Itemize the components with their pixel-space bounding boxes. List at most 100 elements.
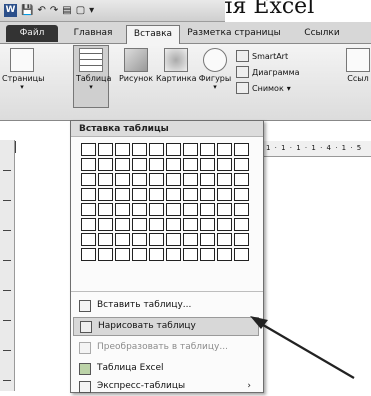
table-grid-cell[interactable] [149, 233, 164, 246]
table-grid-cell[interactable] [132, 233, 147, 246]
table-grid-cell[interactable] [200, 173, 215, 186]
table-grid-cell[interactable] [217, 203, 232, 216]
table-grid-cell[interactable] [183, 203, 198, 216]
convert-to-table-menu-item[interactable]: Преобразовать в таблицу... [73, 338, 259, 357]
table-grid-cell[interactable] [234, 218, 249, 231]
excel-table-menu-item[interactable]: Таблица Excel [73, 359, 259, 378]
table-grid-cell[interactable] [149, 188, 164, 201]
table-grid-cell[interactable] [183, 188, 198, 201]
table-grid-cell[interactable] [81, 173, 96, 186]
table-grid-cell[interactable] [200, 233, 215, 246]
table-grid-cell[interactable] [217, 248, 232, 261]
table-grid-cell[interactable] [98, 143, 113, 156]
table-grid-cell[interactable] [183, 173, 198, 186]
table-grid-cell[interactable] [115, 173, 130, 186]
table-grid-cell[interactable] [149, 158, 164, 171]
customize-qat-icon[interactable]: ▾ [89, 5, 94, 17]
table-grid-cell[interactable] [81, 218, 96, 231]
table-grid-cell[interactable] [234, 188, 249, 201]
table-grid-cell[interactable] [166, 158, 181, 171]
undo-icon[interactable]: ↶ [37, 5, 45, 17]
table-grid-cell[interactable] [183, 248, 198, 261]
table-grid-cell[interactable] [115, 143, 130, 156]
tab-file[interactable]: Файл [6, 25, 58, 42]
pages-button[interactable]: Страницы ▾ [2, 48, 44, 91]
table-grid-cell[interactable] [149, 173, 164, 186]
table-grid-cell[interactable] [132, 143, 147, 156]
table-grid-cell[interactable] [234, 158, 249, 171]
table-grid-cell[interactable] [217, 218, 232, 231]
links-button[interactable]: Ссыл [343, 48, 371, 83]
table-grid-cell[interactable] [81, 158, 96, 171]
print-preview-icon[interactable]: ▤ [62, 5, 71, 17]
table-grid-cell[interactable] [183, 143, 198, 156]
table-grid-cell[interactable] [234, 203, 249, 216]
table-grid-cell[interactable] [115, 218, 130, 231]
table-grid-cell[interactable] [149, 218, 164, 231]
table-grid-cell[interactable] [115, 158, 130, 171]
table-grid-cell[interactable] [98, 173, 113, 186]
tab-references[interactable]: Ссылки [292, 25, 352, 42]
table-grid-cell[interactable] [149, 203, 164, 216]
table-grid-cell[interactable] [166, 188, 181, 201]
table-grid-cell[interactable] [115, 188, 130, 201]
tab-insert[interactable]: Вставка [126, 25, 180, 44]
table-grid-cell[interactable] [183, 158, 198, 171]
redo-icon[interactable]: ↷ [50, 5, 58, 17]
table-size-grid[interactable] [81, 143, 249, 261]
table-grid-cell[interactable] [98, 158, 113, 171]
table-grid-cell[interactable] [183, 218, 198, 231]
table-grid-cell[interactable] [166, 143, 181, 156]
table-grid-cell[interactable] [234, 233, 249, 246]
table-grid-cell[interactable] [183, 233, 198, 246]
table-grid-cell[interactable] [217, 233, 232, 246]
table-grid-cell[interactable] [132, 218, 147, 231]
document-page[interactable] [263, 158, 371, 391]
save-icon[interactable]: 💾 [21, 5, 33, 17]
table-grid-cell[interactable] [200, 218, 215, 231]
table-grid-cell[interactable] [166, 173, 181, 186]
table-grid-cell[interactable] [81, 143, 96, 156]
table-grid-cell[interactable] [132, 188, 147, 201]
table-grid-cell[interactable] [149, 143, 164, 156]
draw-table-menu-item[interactable]: Нарисовать таблицу [73, 317, 259, 336]
new-document-icon[interactable]: ▢ [76, 5, 85, 17]
insert-table-menu-item[interactable]: Вставить таблицу... [73, 296, 259, 315]
tab-page-layout[interactable]: Разметка страницы [186, 25, 282, 42]
table-grid-cell[interactable] [98, 248, 113, 261]
table-grid-cell[interactable] [81, 203, 96, 216]
table-grid-cell[interactable] [166, 203, 181, 216]
quick-tables-menu-item[interactable]: Экспресс-таблицы › [73, 377, 259, 396]
table-grid-cell[interactable] [98, 233, 113, 246]
table-grid-cell[interactable] [166, 233, 181, 246]
table-grid-cell[interactable] [217, 143, 232, 156]
table-grid-cell[interactable] [98, 188, 113, 201]
table-grid-cell[interactable] [234, 143, 249, 156]
smartart-button[interactable]: SmartArt [236, 50, 288, 62]
table-grid-cell[interactable] [81, 233, 96, 246]
table-grid-cell[interactable] [200, 158, 215, 171]
table-grid-cell[interactable] [217, 173, 232, 186]
table-grid-cell[interactable] [81, 188, 96, 201]
table-grid-cell[interactable] [115, 248, 130, 261]
table-grid-cell[interactable] [217, 158, 232, 171]
table-grid-cell[interactable] [217, 188, 232, 201]
table-grid-cell[interactable] [234, 173, 249, 186]
table-grid-cell[interactable] [115, 233, 130, 246]
table-grid-cell[interactable] [98, 218, 113, 231]
table-grid-cell[interactable] [149, 248, 164, 261]
table-grid-cell[interactable] [132, 158, 147, 171]
shapes-button[interactable]: Фигуры ▾ [197, 48, 233, 91]
tab-home[interactable]: Главная [68, 25, 118, 42]
clipart-button[interactable]: Картинка [156, 48, 196, 83]
table-grid-cell[interactable] [98, 203, 113, 216]
table-grid-cell[interactable] [81, 248, 96, 261]
table-grid-cell[interactable] [132, 173, 147, 186]
screenshot-button[interactable]: Снимок ▾ [236, 82, 291, 94]
table-grid-cell[interactable] [200, 188, 215, 201]
table-grid-cell[interactable] [166, 218, 181, 231]
table-grid-cell[interactable] [234, 248, 249, 261]
table-grid-cell[interactable] [166, 248, 181, 261]
table-grid-cell[interactable] [132, 248, 147, 261]
table-grid-cell[interactable] [200, 203, 215, 216]
